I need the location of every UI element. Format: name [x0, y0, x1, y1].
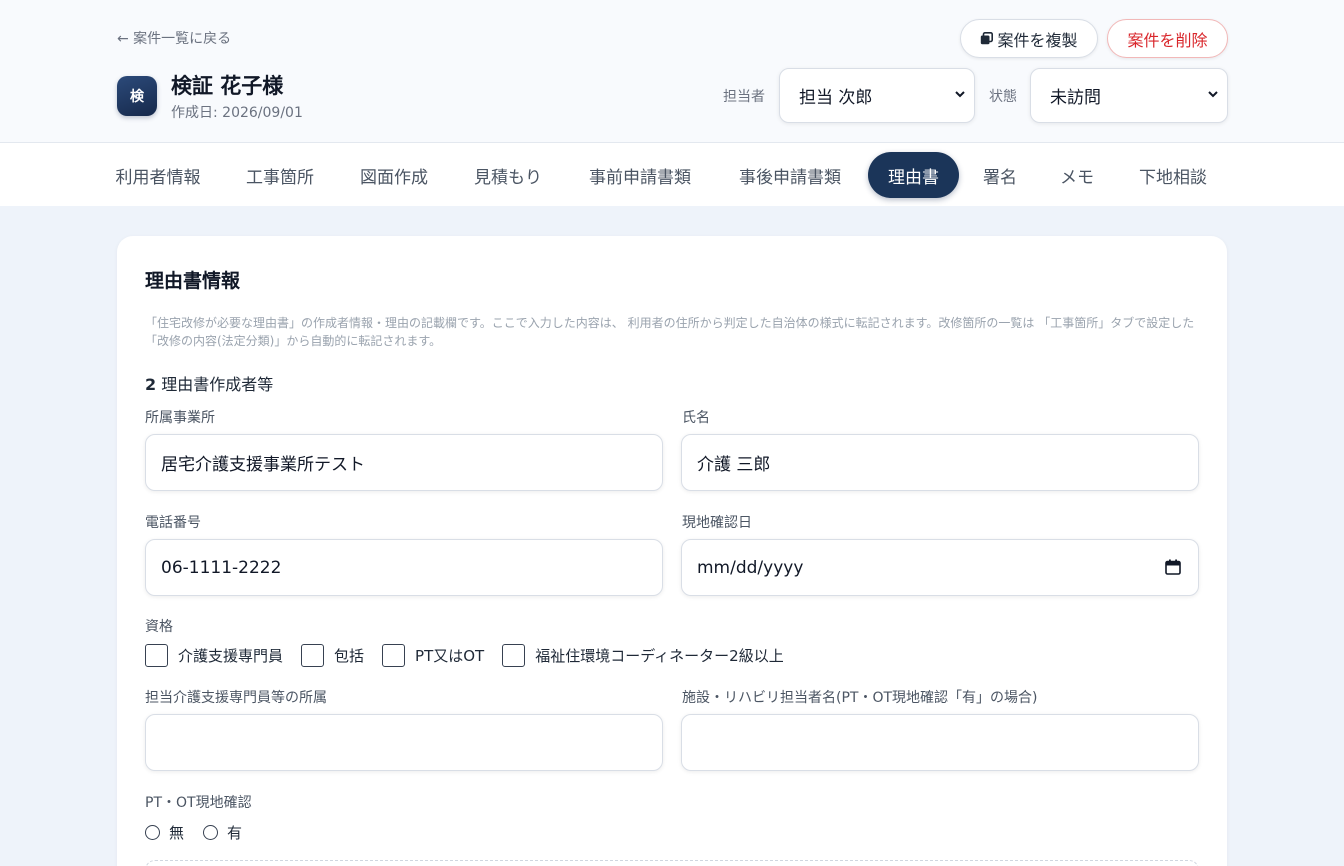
assignee-select[interactable]: 担当 次郎 — [779, 68, 975, 123]
ptot-check-label: PT・OT現地確認 — [145, 795, 252, 811]
tab-post-application[interactable]: 事後申請書類 — [723, 152, 857, 198]
checkbox-label: PT又はOT — [415, 646, 485, 665]
cm-affiliation-input[interactable] — [145, 714, 663, 771]
tab-memo[interactable]: メモ — [1046, 152, 1108, 198]
duplicate-case-button[interactable]: 案件を複製 — [960, 19, 1098, 58]
checkbox-label: 福祉住環境コーディネーター2級以上 — [535, 646, 784, 665]
qualification-label: 資格 — [145, 619, 173, 635]
tab-reason-document[interactable]: 理由書 — [868, 152, 959, 198]
chevron-down-icon — [955, 91, 965, 98]
tab-signature[interactable]: 署名 — [970, 152, 1030, 198]
office-input[interactable]: 居宅介護支援事業所テスト — [145, 434, 663, 491]
assignee-label: 担当者 — [723, 89, 765, 105]
checkbox-welfare-coordinator[interactable] — [502, 643, 526, 667]
tab-foundation-consult[interactable]: 下地相談 — [1124, 152, 1222, 198]
tab-estimate[interactable]: 見積もり — [459, 152, 557, 198]
calendar-icon[interactable] — [1165, 559, 1181, 575]
reason-document-card: 理由書情報 「住宅改修が必要な理由書」の作成者情報・理由の記載欄です。ここで入力… — [117, 236, 1227, 866]
chevron-down-icon — [1208, 91, 1218, 98]
avatar: 検 — [117, 76, 157, 116]
visit-date-label: 現地確認日 — [682, 515, 752, 531]
card-title: 理由書情報 — [145, 270, 241, 292]
facility-staff-label: 施設・リハビリ担当者名(PT・OT現地確認「有」の場合) — [682, 690, 1038, 706]
phone-label: 電話番号 — [145, 515, 201, 531]
checkbox-label: 包括 — [334, 646, 365, 665]
checkbox-care-manager[interactable] — [145, 643, 168, 667]
checkbox-pt-ot[interactable] — [382, 643, 406, 667]
ptot-radio-group: 無 有 — [145, 822, 261, 843]
copy-icon — [981, 32, 994, 45]
delete-case-button[interactable]: 案件を削除 — [1107, 19, 1228, 58]
tab-work-locations[interactable]: 工事箇所 — [231, 152, 329, 198]
qualification-checkboxes: 介護支援専門員 包括 PT又はOT 福祉住環境コーディネーター2級以上 — [145, 643, 802, 667]
phone-input[interactable]: 06-1111-2222 — [145, 539, 663, 596]
page-title: 検証 花子様 — [171, 74, 284, 98]
tab-pre-application[interactable]: 事前申請書類 — [573, 152, 707, 198]
created-date: 作成日: 2026/09/01 — [171, 105, 303, 121]
radio-label: 無 — [169, 824, 185, 842]
office-label: 所属事業所 — [145, 410, 215, 426]
cm-affiliation-label: 担当介護支援専門員等の所属 — [145, 690, 327, 706]
back-to-list-link[interactable]: ← 案件一覧に戻る — [117, 28, 231, 48]
tab-drawing[interactable]: 図面作成 — [345, 152, 443, 198]
checkbox-comprehensive[interactable] — [301, 643, 325, 667]
name-label: 氏名 — [682, 410, 710, 426]
tab-user-info[interactable]: 利用者情報 — [100, 152, 216, 198]
card-description: 「住宅改修が必要な理由書」の作成者情報・理由の記載欄です。ここで入力した内容は、… — [145, 316, 1195, 348]
tab-bar: 利用者情報 工事箇所 図面作成 見積もり 事前申請書類 事後申請書類 理由書 署… — [0, 143, 1344, 206]
radio-yes[interactable] — [203, 825, 219, 840]
status-select[interactable]: 未訪問 — [1030, 68, 1228, 123]
next-section-box — [145, 860, 1199, 866]
radio-none[interactable] — [145, 825, 160, 840]
visit-date-input[interactable]: mm/dd/yyyy — [681, 539, 1199, 596]
status-label: 状態 — [989, 89, 1017, 105]
page-header: ← 案件一覧に戻る 検 検証 花子様 作成日: 2026/09/01 案件を複製… — [0, 0, 1344, 143]
name-input[interactable]: 介護 三郎 — [681, 434, 1199, 491]
radio-label: 有 — [227, 824, 243, 842]
facility-staff-input[interactable] — [681, 714, 1199, 771]
checkbox-label: 介護支援専門員 — [178, 646, 284, 665]
section-heading: 2 理由書作成者等 — [145, 375, 274, 394]
